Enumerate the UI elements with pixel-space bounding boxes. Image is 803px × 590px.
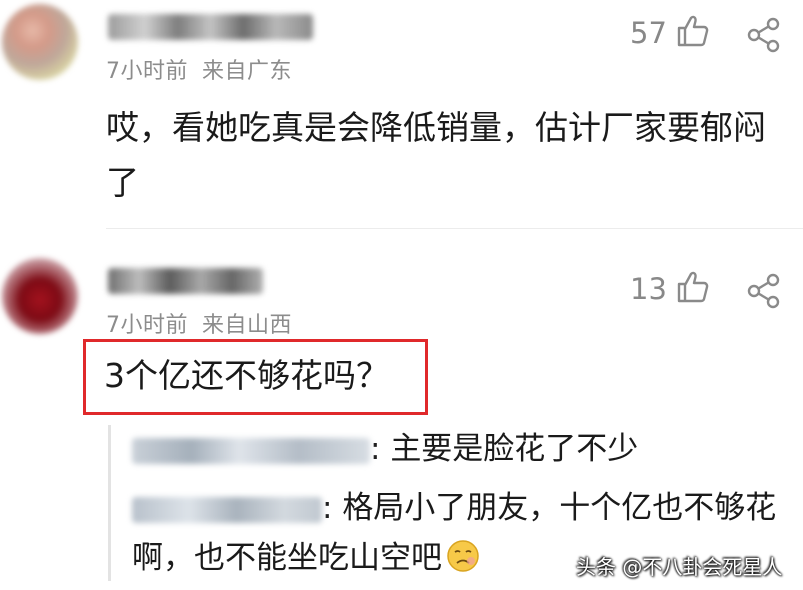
share-icon[interactable] — [745, 16, 783, 58]
avatar[interactable] — [2, 258, 78, 334]
username-blurred[interactable] — [108, 268, 263, 294]
replies-indent-bar — [108, 425, 111, 581]
comment-text: 3个亿还不够花吗？ — [104, 356, 389, 395]
reply-separator: : — [370, 431, 391, 467]
comment-meta: 7小时前 来自广东 — [106, 53, 292, 85]
thumbs-up-icon — [675, 14, 709, 52]
like-count: 13 — [630, 272, 667, 306]
reply-text: 主要是脸花了不少 — [390, 431, 639, 467]
share-icon[interactable] — [745, 272, 783, 314]
avatar[interactable] — [2, 4, 78, 80]
comment-time: 7小时前 — [106, 59, 188, 84]
reply-item[interactable]: : 主要是脸花了不少 — [132, 424, 638, 474]
comment-divider — [106, 228, 803, 229]
like-button[interactable]: 13 — [630, 270, 709, 308]
comment-time: 7小时前 — [106, 313, 188, 338]
comment-meta: 7小时前 来自山西 — [106, 307, 292, 339]
thumbs-up-icon — [675, 270, 709, 308]
username-blurred[interactable] — [108, 14, 313, 40]
reply-separator: : — [322, 490, 343, 526]
reply-username-blurred[interactable] — [132, 437, 370, 464]
watermark: 头条 @不八卦会死星人 — [576, 555, 783, 579]
like-button[interactable]: 57 — [630, 14, 709, 52]
like-count: 57 — [630, 16, 667, 50]
comment-location: 来自广东 — [202, 59, 293, 84]
reply-username-blurred[interactable] — [132, 496, 322, 523]
comment-text: 哎，看她吃真是会降低销量，估计厂家要郁闷了 — [106, 108, 766, 202]
comment-location: 来自山西 — [202, 313, 293, 338]
pleading-face-emoji — [446, 538, 480, 572]
